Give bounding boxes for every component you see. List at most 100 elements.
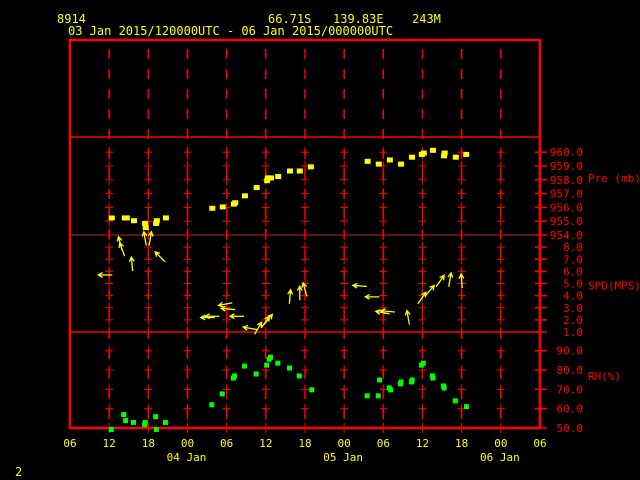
pressure-point <box>296 168 303 174</box>
rh-point <box>268 354 274 360</box>
pressure-point <box>397 161 404 167</box>
wind-arrow <box>435 274 445 288</box>
pressure-point <box>108 215 115 221</box>
pressure-point <box>153 218 160 224</box>
rh-point <box>388 387 394 393</box>
wind-arrow <box>424 284 436 297</box>
pressure-point <box>123 215 130 221</box>
rh-point <box>162 419 168 425</box>
y-tick-label: 2.0 <box>563 314 583 327</box>
x-tick-label: 18 <box>455 437 468 450</box>
pressure-point <box>441 150 448 156</box>
rh-point <box>153 426 159 432</box>
x-tick-label: 18 <box>142 437 155 450</box>
pressure-point <box>364 158 371 164</box>
x-tick-label: 06 <box>533 437 546 450</box>
rh-point <box>430 375 436 381</box>
rh-point <box>121 412 127 418</box>
y-axis-label: RH(%) <box>588 370 621 383</box>
x-tick-label: 06 <box>377 437 390 450</box>
pressure-point <box>219 204 226 210</box>
y-tick-label: 956.0 <box>550 201 583 214</box>
rh-point <box>398 379 404 385</box>
y-tick-label: 6.0 <box>563 265 583 278</box>
x-tick-label: 00 <box>338 437 351 450</box>
y-axis-label: SPD(MPS) <box>588 280 640 293</box>
wind-arrow <box>228 313 245 320</box>
x-tick-label: 06 <box>220 437 233 450</box>
y-tick-label: 957.0 <box>550 188 583 201</box>
y-tick-label: 60.0 <box>557 403 584 416</box>
pressure-point <box>209 205 216 211</box>
rh-point <box>441 385 447 391</box>
pressure-point <box>241 193 248 199</box>
pressure-point <box>130 218 137 224</box>
wind-arrow <box>363 293 380 300</box>
wind-arrow <box>147 230 154 246</box>
y-tick-label: 80.0 <box>557 364 584 377</box>
y-tick-label: 959.0 <box>550 160 583 173</box>
y-tick-label: 50.0 <box>557 422 584 435</box>
rh-point <box>153 414 159 420</box>
wind-arrow <box>141 230 148 246</box>
x-tick-label: 00 <box>494 437 507 450</box>
pressure-point <box>386 157 393 163</box>
y-tick-label: 5.0 <box>563 278 583 291</box>
wind-arrow <box>351 282 367 289</box>
x-tick-label: 12 <box>103 437 116 450</box>
rh-point <box>463 404 469 410</box>
rh-point <box>452 398 458 404</box>
rh-point <box>142 422 148 428</box>
pressure-point <box>463 151 470 157</box>
meteogram-plot: 954.0955.0956.0957.0958.0959.0960.0 Pre (… <box>63 38 640 464</box>
wind-arrow <box>404 309 411 325</box>
rh-point <box>219 391 225 397</box>
pressure-point <box>307 164 314 170</box>
pressure-point <box>420 150 427 156</box>
y-tick-label: 958.0 <box>550 174 583 187</box>
y-tick-label: 955.0 <box>550 215 583 228</box>
pressure-point <box>253 185 260 191</box>
x-date-label: 06 Jan <box>480 451 520 464</box>
wind-arrow <box>241 324 258 331</box>
wind-arrow <box>287 288 294 304</box>
pressure-point <box>275 174 282 180</box>
rh-point <box>130 419 136 425</box>
pressure-point <box>409 154 416 160</box>
rh-point <box>275 360 281 366</box>
rh-point <box>375 393 381 399</box>
wind-arrow <box>417 291 427 305</box>
wind-arrow <box>219 305 236 312</box>
rh-point <box>364 393 370 399</box>
pressure-point <box>452 154 459 160</box>
rh-point <box>253 371 259 377</box>
rh-point <box>232 373 238 379</box>
rh-point <box>420 360 426 366</box>
pressure-point <box>232 200 239 206</box>
wind-arrow <box>154 250 166 263</box>
pressure-point <box>142 225 149 231</box>
wind-arrow <box>128 255 135 272</box>
rh-point <box>309 387 315 393</box>
rh-point <box>108 426 114 432</box>
rh-point <box>209 402 215 408</box>
wind-arrow <box>379 308 395 315</box>
pressure-point <box>268 175 275 181</box>
y-tick-label: 954.0 <box>550 229 583 242</box>
rh-point <box>409 377 415 383</box>
x-date-label: 05 Jan <box>323 451 363 464</box>
rh-point <box>241 363 247 369</box>
wind-arrow <box>296 284 303 301</box>
x-tick-label: 06 <box>63 437 76 450</box>
rh-point <box>264 362 270 368</box>
wind-arrow <box>447 271 454 287</box>
pressure-point <box>286 168 293 174</box>
x-tick-label: 12 <box>416 437 429 450</box>
x-tick-label: 00 <box>181 437 194 450</box>
y-tick-label: 8.0 <box>563 241 583 254</box>
pressure-point <box>375 161 382 167</box>
y-tick-label: 90.0 <box>557 345 584 358</box>
x-tick-label: 12 <box>259 437 272 450</box>
pressure-point <box>162 215 169 221</box>
wind-arrow <box>96 272 113 278</box>
